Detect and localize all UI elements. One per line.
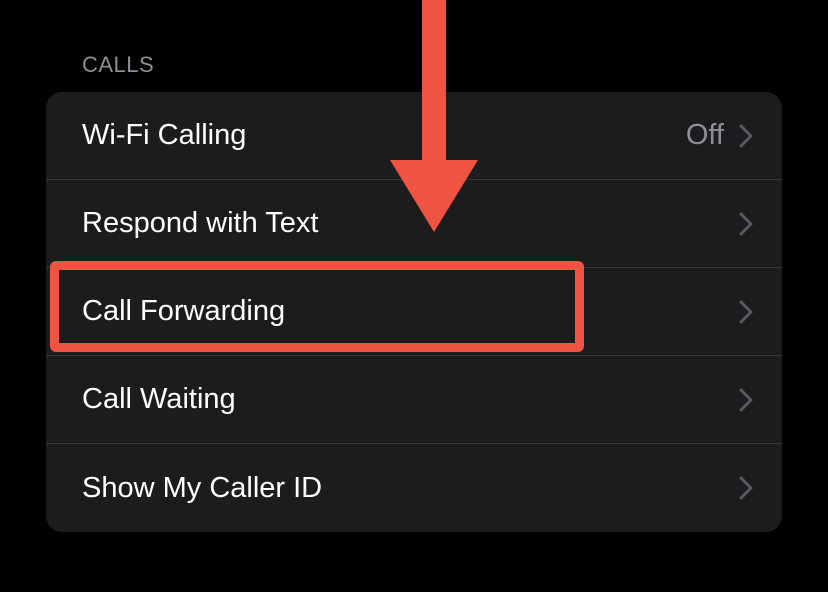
row-label: Wi-Fi Calling: [82, 119, 246, 152]
row-show-my-caller-id[interactable]: Show My Caller ID: [46, 444, 782, 532]
row-call-waiting[interactable]: Call Waiting: [46, 356, 782, 444]
row-trailing: [738, 299, 754, 325]
row-call-forwarding[interactable]: Call Forwarding: [46, 268, 782, 356]
chevron-right-icon: [738, 123, 754, 149]
row-trailing: [738, 475, 754, 501]
row-label: Respond with Text: [82, 207, 318, 240]
settings-group-calls: Wi-Fi Calling Off Respond with Text Call…: [46, 92, 782, 532]
row-wifi-calling[interactable]: Wi-Fi Calling Off: [46, 92, 782, 180]
row-trailing: [738, 387, 754, 413]
row-label: Call Forwarding: [82, 295, 285, 328]
row-label: Call Waiting: [82, 383, 236, 416]
section-header-calls: CALLS: [0, 0, 828, 92]
chevron-right-icon: [738, 299, 754, 325]
row-respond-with-text[interactable]: Respond with Text: [46, 180, 782, 268]
chevron-right-icon: [738, 211, 754, 237]
chevron-right-icon: [738, 475, 754, 501]
row-trailing: Off: [686, 119, 754, 152]
chevron-right-icon: [738, 387, 754, 413]
row-trailing: [738, 211, 754, 237]
row-value: Off: [686, 119, 724, 152]
row-label: Show My Caller ID: [82, 472, 322, 505]
